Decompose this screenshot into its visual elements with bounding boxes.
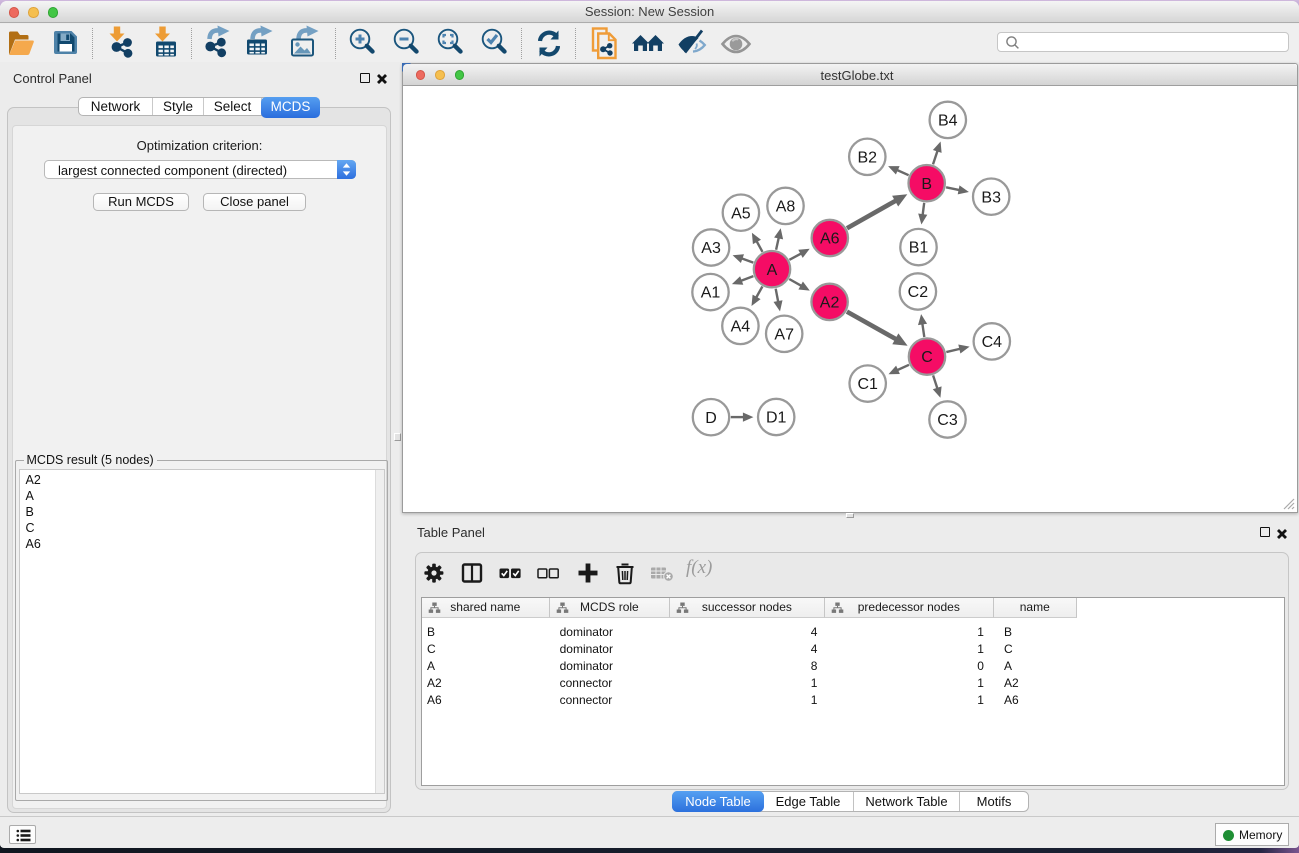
svg-text:D1: D1 bbox=[766, 410, 787, 427]
svg-text:B4: B4 bbox=[938, 113, 958, 130]
svg-text:A3: A3 bbox=[701, 240, 721, 257]
svg-text:A: A bbox=[767, 262, 778, 279]
svg-text:A7: A7 bbox=[774, 326, 794, 343]
svg-text:B3: B3 bbox=[981, 189, 1001, 206]
svg-text:A4: A4 bbox=[731, 319, 751, 336]
svg-text:C1: C1 bbox=[857, 376, 878, 393]
svg-text:A1: A1 bbox=[701, 285, 721, 302]
svg-text:B: B bbox=[921, 176, 932, 193]
svg-text:B2: B2 bbox=[858, 149, 878, 166]
svg-text:A5: A5 bbox=[731, 205, 751, 222]
svg-text:C3: C3 bbox=[937, 412, 958, 429]
svg-text:C: C bbox=[921, 349, 933, 366]
svg-text:C4: C4 bbox=[982, 334, 1003, 351]
svg-text:A6: A6 bbox=[820, 231, 840, 248]
svg-text:C2: C2 bbox=[908, 284, 929, 301]
svg-text:A2: A2 bbox=[820, 295, 840, 312]
svg-text:D: D bbox=[705, 410, 717, 427]
svg-text:A8: A8 bbox=[776, 199, 796, 216]
svg-text:B1: B1 bbox=[909, 240, 929, 257]
